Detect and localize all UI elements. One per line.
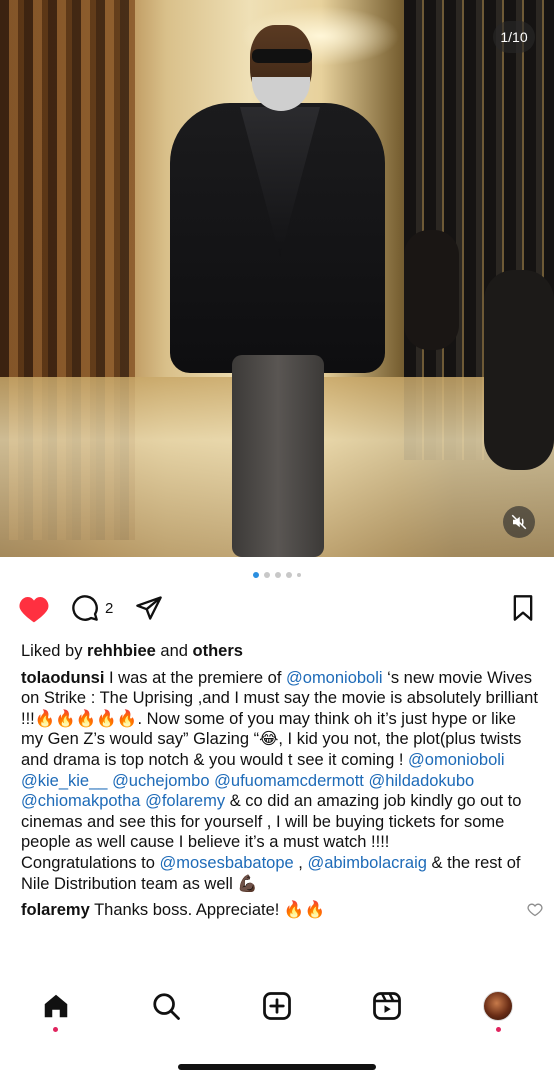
avatar [483, 991, 513, 1021]
comment-username[interactable]: folaremy [21, 901, 90, 919]
likes-summary: Liked by rehhbiee and others [21, 642, 243, 660]
notification-dot [53, 1027, 58, 1032]
mention-link[interactable]: @hildadokubo [368, 772, 474, 790]
mention-link[interactable]: @uchejombo [112, 772, 209, 790]
mention-link[interactable]: @chiomakpotha [21, 792, 140, 810]
mention-link[interactable]: @abimbolacraig [307, 854, 426, 872]
sunglasses [252, 49, 312, 63]
post-actions: 2 [18, 594, 536, 628]
carousel-dots [0, 572, 554, 578]
man-in-suit [170, 25, 390, 557]
carousel-dot [286, 572, 292, 578]
comment-text: Thanks boss. Appreciate! 🔥🔥 [89, 901, 326, 920]
mention-link[interactable]: @mosesbabatope [160, 854, 294, 872]
person [404, 230, 459, 350]
caption-paragraph: tolaodunsi I was at the premiere of @omo… [21, 668, 538, 852]
liked-by-user-link[interactable]: rehhbiee [87, 642, 156, 660]
comment-like-button[interactable] [527, 902, 543, 923]
trousers [232, 355, 324, 557]
nav-profile[interactable] [478, 986, 518, 1026]
nav-reels[interactable] [367, 986, 407, 1026]
create-icon [263, 992, 291, 1020]
post-text: Liked by rehhbiee and others tolaodunsi … [21, 641, 543, 921]
search-icon [153, 993, 180, 1020]
mention-link[interactable]: @folaremy [145, 792, 225, 810]
comment-button[interactable]: 2 [71, 594, 113, 622]
caption-username[interactable]: tolaodunsi [21, 669, 104, 687]
person [484, 270, 554, 470]
nav-create[interactable] [257, 986, 297, 1026]
mute-button[interactable] [503, 506, 535, 538]
mention-link[interactable]: @omonioboli [408, 751, 505, 769]
carousel-dot [297, 573, 301, 577]
speaker-muted-icon [511, 514, 527, 530]
comment-row: folaremy Thanks boss. Appreciate! 🔥🔥 [21, 900, 543, 921]
mention-link[interactable]: @omonioboli [286, 669, 383, 687]
notification-dot [496, 1027, 501, 1032]
like-button[interactable] [18, 594, 50, 624]
mention-link[interactable]: @ufuomamcdermott [214, 772, 364, 790]
liked-by-others-link[interactable]: others [193, 642, 243, 660]
nav-home[interactable] [36, 986, 76, 1026]
caption-paragraph: Congratulations to @mosesbabatope , @abi… [21, 853, 521, 893]
background-people [384, 220, 554, 500]
paper-plane-icon [136, 596, 162, 620]
caption: tolaodunsi I was at the premiere of @omo… [21, 668, 541, 895]
bottom-nav [0, 986, 554, 1036]
heart-outline-icon [527, 903, 543, 917]
post-image[interactable]: 1/10 [0, 0, 554, 557]
carousel-dot [275, 572, 281, 578]
heart-filled-icon [19, 597, 49, 623]
share-button[interactable] [134, 594, 164, 622]
mention-link[interactable]: @kie_kie__ [21, 772, 107, 790]
comment-count: 2 [105, 599, 114, 617]
carousel-dot [264, 572, 270, 578]
reels-icon [373, 992, 401, 1020]
comment-bubble-icon [72, 595, 98, 621]
carousel-counter: 1/10 [493, 21, 535, 53]
save-button[interactable] [510, 594, 536, 622]
carousel-dot-active [253, 572, 259, 578]
bookmark-icon [513, 595, 533, 621]
home-indicator [178, 1064, 376, 1070]
nav-search[interactable] [146, 986, 186, 1026]
home-icon [44, 994, 68, 1018]
